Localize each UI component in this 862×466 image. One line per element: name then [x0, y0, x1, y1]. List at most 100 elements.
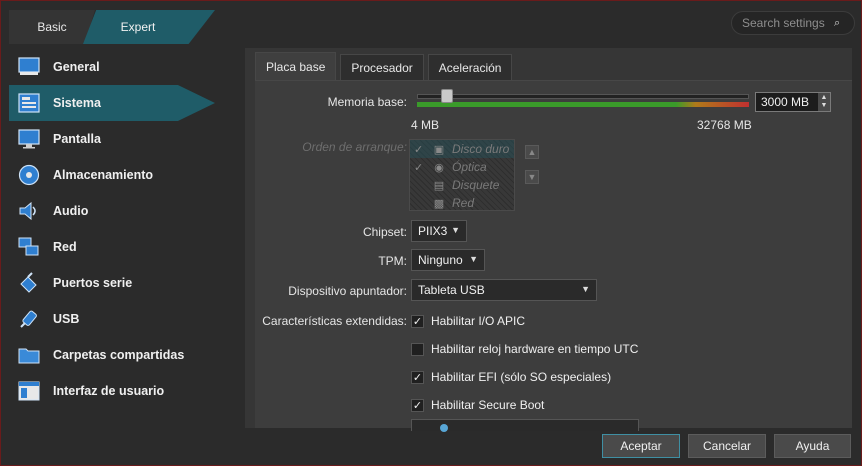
chevron-down-icon: ▼ — [451, 225, 460, 235]
optical-disc-icon: ◉ — [434, 161, 444, 174]
memory-min-label: 4 MB — [411, 118, 440, 132]
display-icon — [17, 127, 41, 151]
network-boot-icon: ▩ — [433, 197, 445, 210]
sidebar-item-usb[interactable]: USB — [9, 301, 215, 337]
hard-disk-icon: ▣ — [433, 143, 445, 156]
efi-checkbox[interactable]: ✓ Habilitar EFI (sólo SO especiales) — [411, 368, 611, 386]
memory-max-label: 32768 MB — [697, 118, 752, 132]
io-apic-checkbox[interactable]: ✓ Habilitar I/O APIC — [411, 312, 525, 330]
sidebar-item-label: Audio — [53, 204, 89, 218]
monitor-general-icon — [17, 55, 41, 79]
secure-boot-label: Habilitar Secure Boot — [431, 398, 545, 412]
key-icon — [440, 424, 448, 432]
sidebar-item-sistema[interactable]: Sistema — [9, 85, 215, 121]
tpm-label: TPM: — [378, 254, 407, 268]
tab-placa-base[interactable]: Placa base — [255, 52, 337, 80]
move-up-icon[interactable]: ▲ — [525, 145, 539, 159]
memory-slider-scale — [417, 102, 749, 107]
disk-icon — [17, 163, 41, 187]
memory-spinbox[interactable]: 3000 MB ▲ ▼ — [755, 92, 831, 112]
boot-order-label: Orden de arranque: — [302, 140, 407, 154]
pointer-value: Tableta USB — [418, 283, 485, 297]
tpm-select[interactable]: Ninguno ▼ — [411, 249, 485, 271]
sidebar-item-label: Pantalla — [53, 132, 101, 146]
user-interface-icon — [17, 379, 41, 403]
sidebar-item-label: Red — [53, 240, 77, 254]
mode-basic-tab[interactable]: Basic — [9, 10, 95, 44]
boot-item-label: Óptica — [452, 160, 487, 174]
sidebar-item-puertos-serie[interactable]: Puertos serie — [9, 265, 215, 301]
sidebar-item-almacenamiento[interactable]: Almacenamiento — [9, 157, 215, 193]
sidebar-item-carpetas-compartidas[interactable]: Carpetas compartidas — [9, 337, 215, 373]
checkbox-checked-icon[interactable]: ✓ — [411, 398, 424, 412]
mode-tabs: Basic Expert — [9, 10, 215, 44]
sidebar-item-label: USB — [53, 312, 80, 326]
tab-aceleracion[interactable]: Aceleración — [427, 54, 513, 80]
sidebar-item-audio[interactable]: Audio — [9, 193, 215, 229]
chipset-select[interactable]: PIIX3 ▼ — [411, 220, 467, 242]
settings-panel: Placa base Procesador Aceleración Memori… — [245, 48, 852, 432]
move-down-icon[interactable]: ▼ — [525, 170, 539, 184]
sidebar-item-label: Interfaz de usuario — [53, 384, 165, 398]
chipset-label: Chipset: — [362, 225, 407, 239]
boot-item-checkbox[interactable]: ✓ — [414, 161, 428, 174]
speaker-icon — [17, 199, 41, 223]
network-icon — [17, 235, 41, 259]
sidebar-item-label: General — [53, 60, 100, 74]
usb-icon — [17, 307, 41, 331]
search-icon: ⌕ — [834, 17, 841, 29]
boot-item-network[interactable]: ▩ Red — [410, 194, 514, 212]
boot-item-floppy[interactable]: ▤ Disquete — [410, 176, 514, 194]
extended-features-label: Características extendidas: — [262, 314, 407, 328]
sidebar-item-interfaz-usuario[interactable]: Interfaz de usuario — [9, 373, 215, 409]
memory-slider-handle[interactable] — [440, 89, 453, 103]
mode-expert-tab[interactable]: Expert — [83, 10, 215, 44]
checkbox-checked-icon[interactable]: ✓ — [411, 370, 424, 384]
tpm-value: Ninguno — [418, 253, 463, 267]
boot-item-optical[interactable]: ✓ ◉ Óptica — [410, 158, 514, 176]
chipset-value: PIIX3 — [418, 224, 448, 238]
sidebar-item-label: Carpetas compartidas — [53, 348, 185, 362]
reset-keys-button[interactable] — [411, 419, 639, 432]
checkbox-checked-icon[interactable]: ✓ — [411, 314, 424, 328]
chevron-down-icon: ▼ — [581, 284, 590, 294]
sidebar-item-label: Sistema — [53, 96, 101, 110]
pointer-select[interactable]: Tableta USB ▼ — [411, 279, 597, 301]
memory-value: 3000 MB — [761, 95, 810, 109]
shared-folder-icon — [17, 343, 41, 367]
memory-label: Memoria base: — [327, 95, 407, 109]
boot-item-label: Disco duro — [452, 142, 510, 156]
pointer-label: Dispositivo apuntador: — [288, 284, 407, 298]
checkbox-unchecked-icon[interactable] — [411, 342, 424, 356]
serial-port-icon — [17, 271, 41, 295]
sidebar-item-pantalla[interactable]: Pantalla — [9, 121, 215, 157]
sidebar: General Sistema Pantalla Almacenamiento … — [9, 49, 215, 429]
search-input[interactable]: Search settings ⌕ — [731, 11, 855, 35]
search-placeholder: Search settings — [742, 16, 825, 30]
sidebar-item-red[interactable]: Red — [9, 229, 215, 265]
tab-content: Memoria base: 3000 MB ▲ ▼ 4 MB 32768 MB O… — [255, 80, 852, 432]
sidebar-item-general[interactable]: General — [9, 49, 215, 85]
motherboard-icon — [17, 91, 41, 115]
boot-item-label: Disquete — [452, 178, 500, 192]
spin-arrows-icon[interactable]: ▲ ▼ — [818, 93, 830, 111]
chevron-down-icon: ▼ — [469, 254, 478, 264]
io-apic-label: Habilitar I/O APIC — [431, 314, 526, 328]
sidebar-item-label: Puertos serie — [53, 276, 133, 290]
boot-item-checkbox[interactable]: ✓ — [414, 143, 428, 156]
secure-boot-checkbox[interactable]: ✓ Habilitar Secure Boot — [411, 396, 544, 414]
memory-slider-track[interactable] — [417, 94, 749, 99]
boot-item-hdd[interactable]: ✓ ▣ Disco duro — [410, 140, 514, 158]
floppy-icon: ▤ — [433, 179, 445, 192]
efi-label: Habilitar EFI (sólo SO especiales) — [431, 370, 612, 384]
help-button[interactable]: Ayuda — [774, 434, 851, 458]
utc-clock-label: Habilitar reloj hardware en tiempo UTC — [431, 342, 639, 356]
tab-procesador[interactable]: Procesador — [340, 54, 424, 80]
sidebar-item-label: Almacenamiento — [53, 168, 154, 182]
utc-clock-checkbox[interactable]: Habilitar reloj hardware en tiempo UTC — [411, 340, 638, 358]
boot-item-label: Red — [452, 196, 475, 210]
cancel-button[interactable]: Cancelar — [688, 434, 766, 458]
boot-order-list[interactable]: ✓ ▣ Disco duro ✓ ◉ Óptica ▤ Disquete ▩ R… — [409, 139, 515, 211]
accept-button[interactable]: Aceptar — [602, 434, 680, 458]
tab-bar: Placa base Procesador Aceleración — [255, 52, 516, 80]
